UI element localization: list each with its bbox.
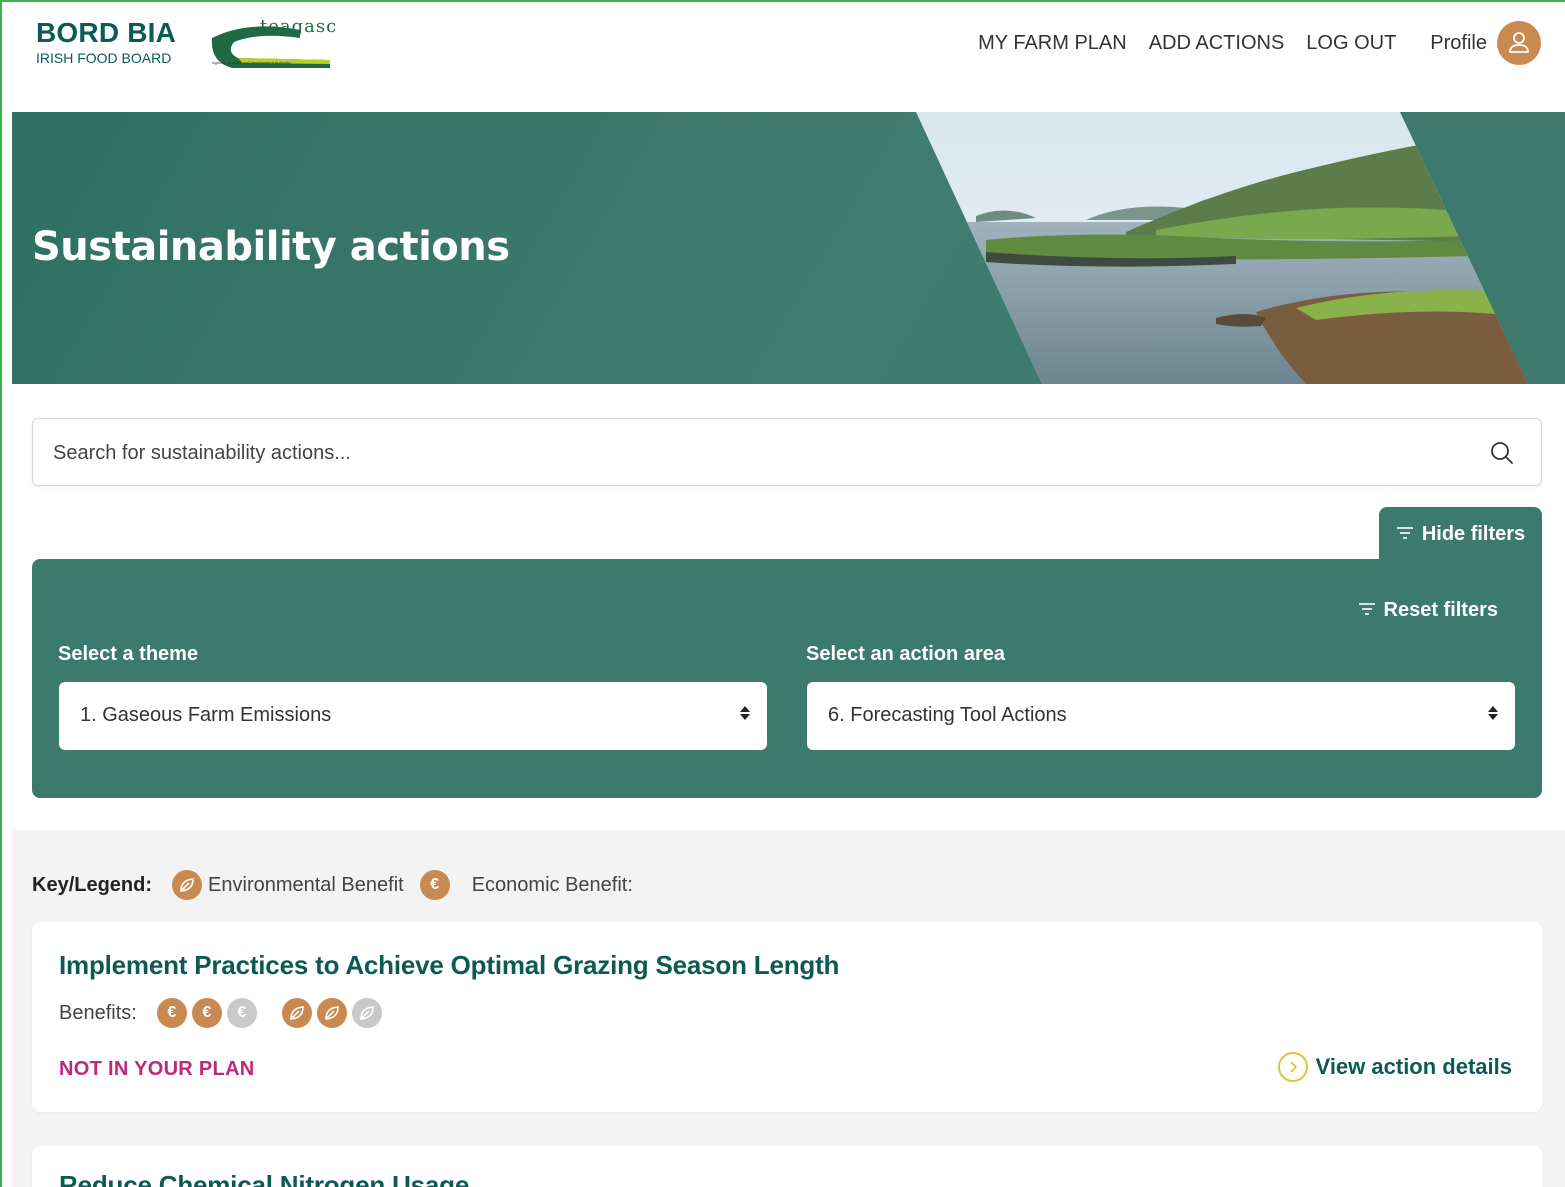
nav-my-farm-plan[interactable]: MY FARM PLAN <box>978 32 1127 55</box>
teagasc-logo-tagline: Agriculture and Food Development Authori… <box>212 60 291 65</box>
euro-icon: € <box>226 998 257 1028</box>
theme-select-value: 1. Gaseous Farm Emissions <box>80 704 332 726</box>
legend-environmental: Environmental Benefit <box>208 873 404 896</box>
page-title: Sustainability actions <box>32 224 510 270</box>
user-icon <box>1509 32 1529 53</box>
avatar[interactable] <box>1497 21 1541 65</box>
reset-filters-button[interactable]: Reset filters <box>1358 599 1499 622</box>
euro-icon: € <box>419 870 450 900</box>
search-icon[interactable] <box>1489 440 1515 471</box>
view-action-details-label: View action details <box>1315 1054 1512 1079</box>
hide-filters-label: Hide filters <box>1421 522 1526 545</box>
sort-arrows-icon <box>739 704 751 722</box>
teagasc-logo-text: teagasc <box>260 16 338 37</box>
leaf-icon <box>351 998 382 1028</box>
view-action-details-link[interactable]: View action details <box>1277 1052 1512 1082</box>
theme-select-label: Select a theme <box>58 643 199 665</box>
leaf-icon <box>316 998 347 1028</box>
leaf-icon <box>172 870 203 900</box>
filter-icon <box>1358 599 1376 622</box>
action-area-select-label: Select an action area <box>806 643 1005 665</box>
bordbia-logo[interactable]: BORD BIA IRISH FOOD BOARD <box>36 17 177 67</box>
sort-arrows-icon <box>1487 704 1499 722</box>
results-section: Key/Legend: Environmental Benefit € Econ… <box>12 830 1565 1187</box>
benefits-row: Benefits: € € € <box>59 998 387 1028</box>
hero-banner: Sustainability actions <box>12 112 1565 384</box>
euro-icon: € <box>156 998 187 1028</box>
action-title[interactable]: Implement Practices to Achieve Optimal G… <box>59 950 839 981</box>
profile-menu[interactable]: Profile <box>1430 21 1541 65</box>
legend-label: Key/Legend: <box>32 873 153 896</box>
main-nav: MY FARM PLAN ADD ACTIONS LOG OUT Profile <box>956 18 1541 68</box>
euro-icon: € <box>191 998 222 1028</box>
nav-log-out[interactable]: LOG OUT <box>1306 32 1396 55</box>
search-input[interactable] <box>53 433 1453 473</box>
chevron-right-icon <box>1277 1052 1308 1082</box>
filters-panel: Reset filters Select a theme 1. Gaseous … <box>32 559 1542 798</box>
theme-select[interactable]: 1. Gaseous Farm Emissions <box>59 682 767 750</box>
filter-icon <box>1396 523 1414 546</box>
leaf-icon <box>281 998 312 1028</box>
reset-filters-label: Reset filters <box>1383 599 1499 621</box>
legend-economic: Economic Benefit: <box>471 873 633 896</box>
action-card[interactable]: Implement Practices to Achieve Optimal G… <box>32 922 1542 1112</box>
bordbia-logo-subtitle: IRISH FOOD BOARD <box>36 50 172 66</box>
nav-add-actions[interactable]: ADD ACTIONS <box>1149 32 1285 55</box>
bordbia-logo-title: BORD BIA <box>36 17 177 48</box>
action-card[interactable]: Reduce Chemical Nitrogen Usage <box>32 1146 1542 1187</box>
plan-status-badge: NOT IN YOUR PLAN <box>59 1058 255 1080</box>
profile-label: Profile <box>1430 31 1487 54</box>
action-title[interactable]: Reduce Chemical Nitrogen Usage <box>59 1170 469 1187</box>
action-area-select[interactable]: 6. Forecasting Tool Actions <box>807 682 1515 750</box>
benefits-label: Benefits: <box>59 1001 137 1024</box>
teagasc-logo[interactable]: teagasc Agriculture and Food Development… <box>208 16 338 72</box>
action-area-select-value: 6. Forecasting Tool Actions <box>828 704 1067 726</box>
site-header: BORD BIA IRISH FOOD BOARD teagasc Agricu… <box>12 4 1565 112</box>
hide-filters-button[interactable]: Hide filters <box>1379 507 1542 567</box>
search-box <box>32 418 1542 486</box>
legend: Key/Legend: Environmental Benefit € Econ… <box>32 870 633 900</box>
